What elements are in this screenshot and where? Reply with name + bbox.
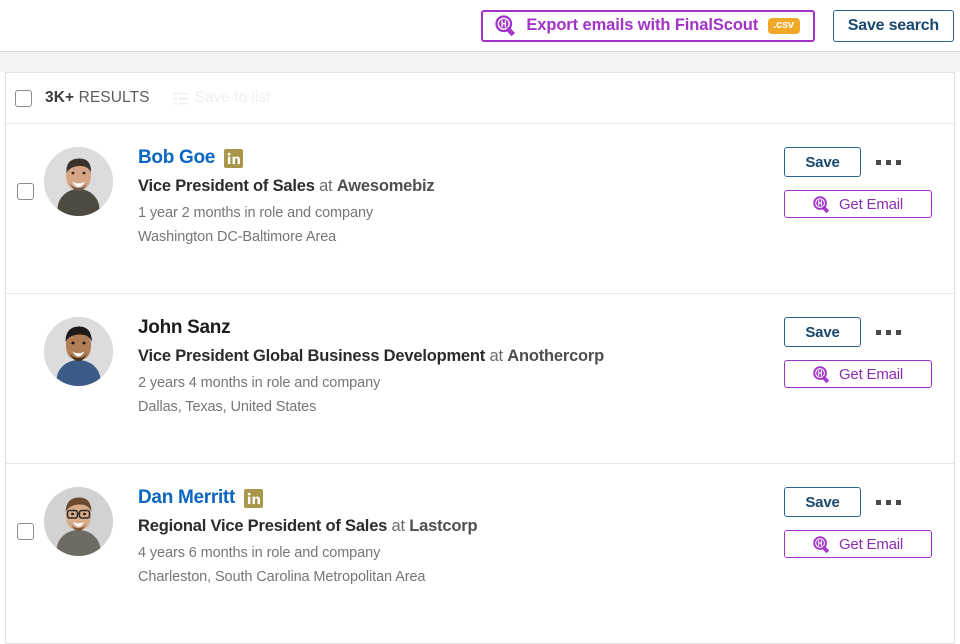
get-email-label: Get Email xyxy=(839,366,903,383)
linkedin-in-glyph-icon xyxy=(227,152,240,165)
avatar-photo-icon xyxy=(44,317,113,386)
row-select-checkbox[interactable] xyxy=(17,183,34,200)
row-checkbox-wrap xyxy=(6,485,44,540)
tenure-text: 1 year 2 months in role and company xyxy=(138,205,784,221)
get-email-label: Get Email xyxy=(839,196,903,213)
finalscout-logo-icon xyxy=(813,196,830,213)
save-search-button[interactable]: Save search xyxy=(833,10,954,42)
get-email-button[interactable]: Get Email xyxy=(784,190,932,218)
headline: Regional Vice President of Sales at Last… xyxy=(138,517,784,536)
row-checkbox-wrap xyxy=(6,315,44,353)
row-actions: Save Get Email xyxy=(784,315,954,388)
result-row: John Sanz Vice President Global Business… xyxy=(6,294,954,464)
row-checkbox-wrap xyxy=(6,145,44,200)
finalscout-logo-icon xyxy=(813,366,830,383)
results-card: 3K+ RESULTS Save to list xyxy=(5,72,955,644)
linkedin-in-glyph-icon xyxy=(247,492,260,505)
save-button[interactable]: Save xyxy=(784,487,861,517)
avatar[interactable] xyxy=(44,317,113,386)
more-options-icon[interactable] xyxy=(874,492,903,513)
get-email-label: Get Email xyxy=(839,536,903,553)
location-text: Washington DC-Baltimore Area xyxy=(138,229,784,245)
page-background-band xyxy=(0,52,960,72)
company-name: Lastcorp xyxy=(409,517,477,535)
headline: Vice President of Sales at Awesomebiz xyxy=(138,177,784,196)
row-actions: Save Get Email xyxy=(784,485,954,558)
row-actions-top: Save xyxy=(784,147,949,177)
job-title: Vice President Global Business Developme… xyxy=(138,347,485,365)
result-info: John Sanz Vice President Global Business… xyxy=(138,315,784,415)
finalscout-logo-icon xyxy=(495,15,516,36)
list-icon xyxy=(174,92,188,105)
finalscout-logo-icon xyxy=(813,536,830,553)
person-name-link[interactable]: Bob Goe xyxy=(138,147,215,169)
result-row: Dan Merritt Regional Vice President of S… xyxy=(6,464,954,634)
name-line: Bob Goe xyxy=(138,146,784,170)
tenure-text: 4 years 6 months in role and company xyxy=(138,545,784,561)
avatar[interactable] xyxy=(44,147,113,216)
avatar-photo-icon xyxy=(44,147,113,216)
person-name-link[interactable]: Dan Merritt xyxy=(138,487,235,509)
save-to-list-label: Save to list xyxy=(195,89,271,107)
result-row: Bob Goe Vice President of Sales at Aweso… xyxy=(6,124,954,294)
results-count-label: RESULTS xyxy=(74,89,149,106)
more-options-icon[interactable] xyxy=(874,152,903,173)
results-header: 3K+ RESULTS Save to list xyxy=(6,73,954,124)
row-select-checkbox[interactable] xyxy=(17,523,34,540)
get-email-button[interactable]: Get Email xyxy=(784,360,932,388)
csv-badge: .csv xyxy=(768,18,800,34)
headline: Vice President Global Business Developme… xyxy=(138,347,784,366)
results-count: 3K+ RESULTS xyxy=(45,89,150,107)
export-emails-button[interactable]: Export emails with FinalScout .csv xyxy=(481,10,814,42)
linkedin-badge-icon[interactable] xyxy=(224,149,243,168)
job-title: Vice President of Sales xyxy=(138,177,315,195)
get-email-button[interactable]: Get Email xyxy=(784,530,932,558)
company-name: Awesomebiz xyxy=(337,177,435,195)
name-line: John Sanz xyxy=(138,316,784,340)
save-button[interactable]: Save xyxy=(784,147,861,177)
result-info: Bob Goe Vice President of Sales at Aweso… xyxy=(138,145,784,245)
at-word: at xyxy=(315,177,337,195)
location-text: Charleston, South Carolina Metropolitan … xyxy=(138,569,784,585)
avatar[interactable] xyxy=(44,487,113,556)
save-to-list-button[interactable]: Save to list xyxy=(174,89,271,107)
location-text: Dallas, Texas, United States xyxy=(138,399,784,415)
more-options-icon[interactable] xyxy=(874,322,903,343)
export-emails-label: Export emails with FinalScout xyxy=(526,16,758,35)
row-actions-top: Save xyxy=(784,317,949,347)
row-actions: Save Get Email xyxy=(784,145,954,218)
at-word: at xyxy=(387,517,409,535)
result-info: Dan Merritt Regional Vice President of S… xyxy=(138,485,784,585)
company-name: Anothercorp xyxy=(507,347,604,365)
select-all-checkbox[interactable] xyxy=(15,90,32,107)
top-action-bar: Export emails with FinalScout .csv Save … xyxy=(0,0,960,51)
results-count-value: 3K+ xyxy=(45,89,74,106)
name-line: Dan Merritt xyxy=(138,486,784,510)
at-word: at xyxy=(485,347,507,365)
person-name: John Sanz xyxy=(138,317,230,339)
avatar-photo-icon xyxy=(44,487,113,556)
save-button[interactable]: Save xyxy=(784,317,861,347)
job-title: Regional Vice President of Sales xyxy=(138,517,387,535)
linkedin-badge-icon[interactable] xyxy=(244,489,263,508)
row-actions-top: Save xyxy=(784,487,949,517)
tenure-text: 2 years 4 months in role and company xyxy=(138,375,784,391)
